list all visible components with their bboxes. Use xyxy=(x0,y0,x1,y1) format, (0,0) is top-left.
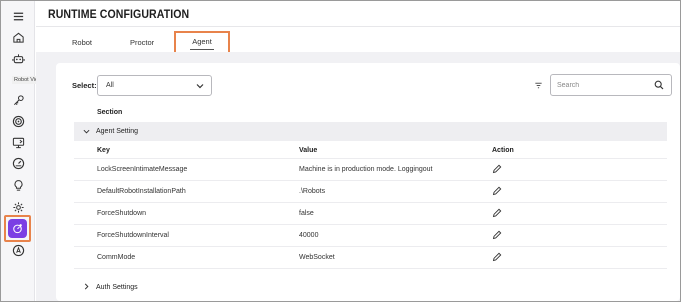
search-icon[interactable] xyxy=(654,80,664,90)
dashboard-gauge-icon[interactable] xyxy=(7,153,29,173)
configuration-card xyxy=(56,63,680,301)
robot-icon[interactable] xyxy=(7,48,29,68)
gear-icon[interactable] xyxy=(7,197,29,217)
runtime-config-icon[interactable] xyxy=(8,219,27,238)
row-divider xyxy=(74,268,667,269)
tab-agent-label: Agent xyxy=(190,37,214,50)
row-value: WebSocket xyxy=(299,254,335,261)
select-label: Select: xyxy=(72,81,97,90)
section-select[interactable]: All xyxy=(97,75,212,96)
chevron-down-icon xyxy=(196,84,204,89)
tab-robot[interactable]: Robot xyxy=(72,38,92,47)
row-value: 40000 xyxy=(299,232,319,239)
chevron-down-icon[interactable] xyxy=(83,128,90,135)
key-icon[interactable] xyxy=(7,90,29,110)
row-value: .\Robots xyxy=(299,188,326,195)
search-box[interactable] xyxy=(550,74,672,96)
row-key: ForceShutdown xyxy=(97,210,147,217)
section-select-value: All xyxy=(106,82,114,89)
edit-pencil-icon[interactable] xyxy=(492,230,502,240)
row-value: false xyxy=(299,210,314,217)
row-key: DefaultRobotInstallationPath xyxy=(97,188,186,195)
search-input[interactable] xyxy=(557,79,652,91)
group-label: Agent Setting xyxy=(96,128,139,135)
edit-pencil-icon[interactable] xyxy=(492,208,502,218)
screen-share-icon[interactable] xyxy=(7,132,29,152)
tab-proctor[interactable]: Proctor xyxy=(130,38,154,47)
page-title: RUNTIME CONFIGURATION xyxy=(48,7,190,21)
row-divider xyxy=(74,224,667,225)
chevron-right-icon[interactable] xyxy=(83,283,90,290)
filter-icon[interactable] xyxy=(534,81,543,90)
key-column-header: Key xyxy=(97,147,110,154)
home-icon[interactable] xyxy=(7,27,29,47)
edit-pencil-icon[interactable] xyxy=(492,164,502,174)
row-divider xyxy=(74,180,667,181)
target-icon[interactable] xyxy=(7,111,29,131)
lightbulb-icon[interactable] xyxy=(7,175,29,195)
row-divider xyxy=(74,202,667,203)
row-key: CommMode xyxy=(97,254,136,261)
action-column-header: Action xyxy=(492,147,514,154)
group-label: Auth Settings xyxy=(96,284,138,291)
hamburger-menu-icon[interactable] xyxy=(7,6,29,26)
row-divider xyxy=(74,246,667,247)
edit-pencil-icon[interactable] xyxy=(492,252,502,262)
row-key: LockScreenIntimateMessage xyxy=(97,166,188,173)
value-column-header: Value xyxy=(299,147,318,154)
group-row-agent-setting[interactable]: Agent Setting xyxy=(74,122,667,141)
time-account-icon[interactable] xyxy=(7,240,29,260)
row-key: ForceShutdownInterval xyxy=(97,232,169,239)
group-row-auth-settings[interactable]: Auth Settings xyxy=(74,278,667,297)
edit-pencil-icon[interactable] xyxy=(492,186,502,196)
sidebar xyxy=(1,1,35,301)
sidebar-item-runtime-config-highlight[interactable] xyxy=(4,215,31,242)
section-column-header: Section xyxy=(97,109,123,116)
row-divider xyxy=(74,158,667,159)
row-value: Machine is in production mode. Loggingou… xyxy=(299,166,433,173)
